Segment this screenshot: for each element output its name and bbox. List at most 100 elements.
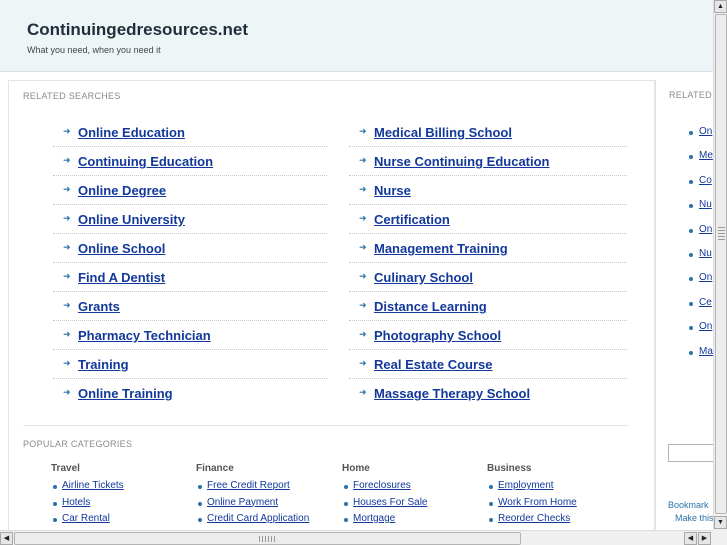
category-link[interactable]: Online Payment xyxy=(207,497,278,508)
side-search-input[interactable] xyxy=(668,444,713,462)
side-related-link[interactable]: Nu xyxy=(699,248,712,259)
search-row[interactable]: ➜ Real Estate Course xyxy=(349,350,627,379)
search-link[interactable]: Online University xyxy=(78,212,185,227)
search-row[interactable]: ➜ Find A Dentist xyxy=(53,263,327,292)
side-related-item[interactable]: On xyxy=(689,126,713,140)
search-link[interactable]: Online School xyxy=(78,241,165,256)
search-link[interactable]: Training xyxy=(78,357,129,372)
category-item[interactable]: Airline Tickets xyxy=(51,480,191,497)
bookmark-link[interactable]: Bookmark xyxy=(668,500,709,510)
main-panel: RELATED SEARCHES ➜ Online Education ➜ Conti… xyxy=(8,80,655,530)
chevron-up-icon[interactable]: ▲ xyxy=(714,0,727,13)
vertical-scroll-thumb[interactable] xyxy=(715,14,727,514)
category-link[interactable]: Airline Tickets xyxy=(62,480,124,491)
side-related-link[interactable]: Me xyxy=(699,150,713,161)
category-item[interactable]: Car Rental xyxy=(51,513,191,530)
search-link[interactable]: Certification xyxy=(374,212,450,227)
side-related-item[interactable]: On xyxy=(689,272,713,286)
category-link[interactable]: Houses For Sale xyxy=(353,497,427,508)
make-homepage-link[interactable]: Make this xyxy=(675,513,713,523)
side-related-item[interactable]: Nu xyxy=(689,199,713,213)
search-row[interactable]: ➜ Pharmacy Technician xyxy=(53,321,327,350)
category-item[interactable]: Work From Home xyxy=(487,497,627,514)
side-related-item[interactable]: Ma xyxy=(689,346,713,360)
search-link[interactable]: Pharmacy Technician xyxy=(78,328,211,343)
search-link[interactable]: Online Education xyxy=(78,125,185,140)
category-item[interactable]: Mortgage xyxy=(342,513,482,530)
search-row[interactable]: ➜ Continuing Education xyxy=(53,147,327,176)
search-row[interactable]: ➜ Online Education xyxy=(53,118,327,147)
side-related-item[interactable]: On xyxy=(689,224,713,238)
search-link[interactable]: Continuing Education xyxy=(78,154,213,169)
search-link[interactable]: Nurse xyxy=(374,183,411,198)
bullet-icon xyxy=(689,204,693,209)
category-link[interactable]: Employment xyxy=(498,480,554,491)
category-item[interactable]: Hotels xyxy=(51,497,191,514)
side-related-link[interactable]: On xyxy=(699,224,712,235)
search-link[interactable]: Distance Learning xyxy=(374,299,487,314)
search-row[interactable]: ➜ Online School xyxy=(53,234,327,263)
side-related-item[interactable]: Co xyxy=(689,175,713,189)
chevron-left-icon[interactable]: ◀ xyxy=(0,532,13,545)
search-row[interactable]: ➜ Nurse Continuing Education xyxy=(349,147,627,176)
category-item[interactable]: Reorder Checks xyxy=(487,513,627,530)
search-row[interactable]: ➜ Massage Therapy School xyxy=(349,379,627,408)
search-link[interactable]: Find A Dentist xyxy=(78,270,165,285)
vertical-scrollbar[interactable]: ▲ ▼ xyxy=(713,0,727,530)
side-related-link[interactable]: On xyxy=(699,272,712,283)
search-row[interactable]: ➜ Nurse xyxy=(349,176,627,205)
search-row[interactable]: ➜ Grants xyxy=(53,292,327,321)
search-row[interactable]: ➜ Online Training xyxy=(53,379,327,408)
side-related-link[interactable]: Ce xyxy=(699,297,712,308)
search-row[interactable]: ➜ Photography School xyxy=(349,321,627,350)
search-row[interactable]: ➜ Distance Learning xyxy=(349,292,627,321)
search-link[interactable]: Real Estate Course xyxy=(374,357,493,372)
side-related-item[interactable]: Ce xyxy=(689,297,713,311)
category-item[interactable]: Credit Card Application xyxy=(196,513,336,530)
search-link[interactable]: Online Degree xyxy=(78,183,166,198)
category-item[interactable]: Foreclosures xyxy=(342,480,482,497)
category-link[interactable]: Reorder Checks xyxy=(498,513,570,524)
category-link[interactable]: Free Credit Report xyxy=(207,480,290,491)
horizontal-scrollbar[interactable]: ◀ ◀ ▶ xyxy=(0,530,713,545)
search-link[interactable]: Nurse Continuing Education xyxy=(374,154,550,169)
side-related-link[interactable]: Nu xyxy=(699,199,712,210)
category-item[interactable]: Online Payment xyxy=(196,497,336,514)
search-row[interactable]: ➜ Training xyxy=(53,350,327,379)
search-row[interactable]: ➜ Online Degree xyxy=(53,176,327,205)
site-title[interactable]: Continuingedresources.net xyxy=(27,20,248,40)
search-row[interactable]: ➜ Certification xyxy=(349,205,627,234)
search-link[interactable]: Culinary School xyxy=(374,270,473,285)
search-link[interactable]: Massage Therapy School xyxy=(374,386,530,401)
chevron-right-icon[interactable]: ▶ xyxy=(698,532,711,545)
side-related-item[interactable]: Me xyxy=(689,150,713,164)
search-row[interactable]: ➜ Medical Billing School xyxy=(349,118,627,147)
search-link[interactable]: Management Training xyxy=(374,241,508,256)
bullet-icon xyxy=(53,485,57,489)
category-item[interactable]: Free Credit Report xyxy=(196,480,336,497)
category-item[interactable]: Houses For Sale xyxy=(342,497,482,514)
category-link[interactable]: Mortgage xyxy=(353,513,395,524)
search-row[interactable]: ➜ Management Training xyxy=(349,234,627,263)
category-link[interactable]: Hotels xyxy=(62,497,90,508)
side-related-item[interactable]: On xyxy=(689,321,713,335)
horizontal-scroll-thumb[interactable] xyxy=(14,532,521,545)
side-related-link[interactable]: Ma xyxy=(699,346,713,357)
search-link[interactable]: Photography School xyxy=(374,328,501,343)
chevron-down-icon[interactable]: ▼ xyxy=(714,516,727,529)
search-link[interactable]: Online Training xyxy=(78,386,173,401)
chevron-left-icon[interactable]: ◀ xyxy=(684,532,697,545)
category-link[interactable]: Car Rental xyxy=(62,513,110,524)
search-row[interactable]: ➜ Culinary School xyxy=(349,263,627,292)
search-row[interactable]: ➜ Online University xyxy=(53,205,327,234)
category-link[interactable]: Foreclosures xyxy=(353,480,411,491)
category-item[interactable]: Employment xyxy=(487,480,627,497)
search-link[interactable]: Grants xyxy=(78,299,120,314)
category-link[interactable]: Work From Home xyxy=(498,497,577,508)
side-related-link[interactable]: On xyxy=(699,126,712,137)
side-related-link[interactable]: Co xyxy=(699,175,712,186)
side-related-link[interactable]: On xyxy=(699,321,712,332)
search-link[interactable]: Medical Billing School xyxy=(374,125,512,140)
side-related-item[interactable]: Nu xyxy=(689,248,713,262)
category-link[interactable]: Credit Card Application xyxy=(207,513,309,524)
